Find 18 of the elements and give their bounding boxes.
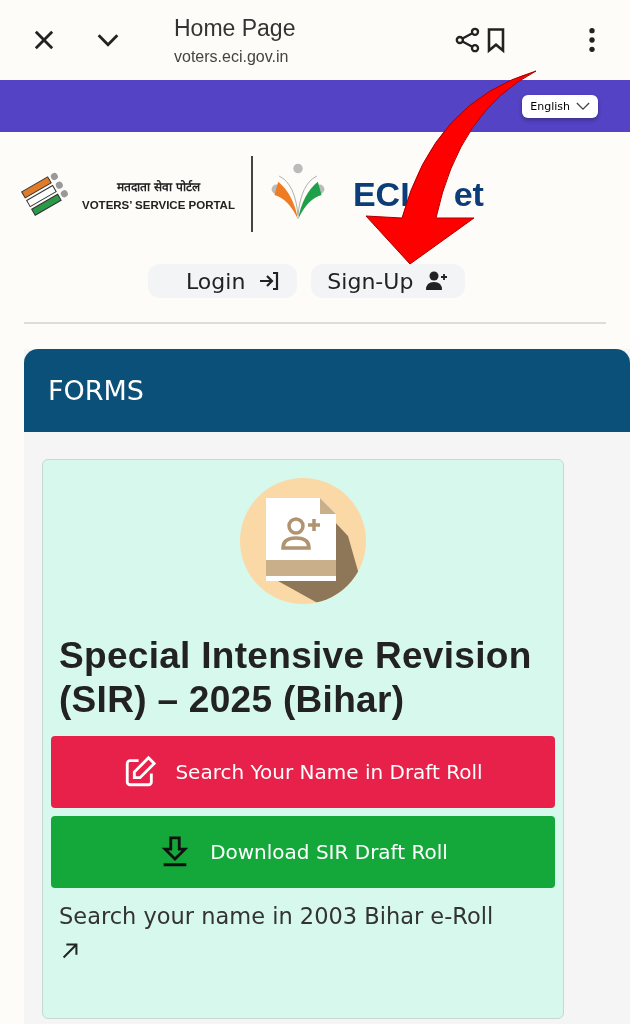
page-title: Home Page (174, 14, 297, 42)
add-user-icon (425, 269, 450, 293)
card-heading: Special Intensive Revision (SIR) – 2025 (Bihar) (59, 634, 533, 722)
document-add-user-icon (238, 476, 368, 606)
language-select[interactable]: English (522, 94, 598, 118)
portal-name-hindi: मतदाता सेवा पोर्टल (115, 178, 202, 195)
auth-button[interactable]: Sign-Up (311, 264, 466, 298)
forms-title: FORMS (48, 375, 144, 406)
brand-name: et (453, 174, 484, 214)
edit-icon (123, 755, 158, 789)
share-icon[interactable] (454, 26, 482, 54)
portal-name: VOTERS’ SERVICE PORTAL (82, 198, 235, 211)
page-url: voters.eci.gov.in (174, 47, 290, 66)
auth-button[interactable]: Login (148, 264, 298, 298)
chevron-down-icon (576, 101, 590, 111)
e-roll-link[interactable]: Search your name in 2003 Bihar e-Roll (59, 900, 494, 970)
brand-name: ECI (352, 174, 410, 214)
action-button[interactable]: Search Your Name in Draft Roll (51, 736, 555, 808)
